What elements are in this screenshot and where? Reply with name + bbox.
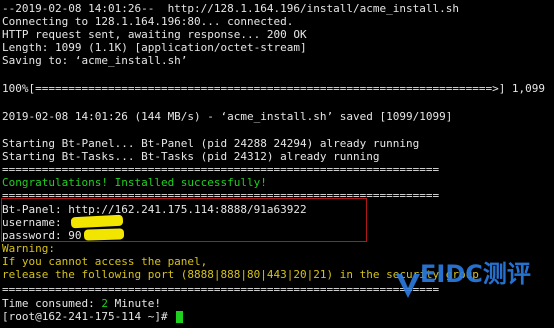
separator-line: ========================================… xyxy=(2,283,440,296)
progress-line: 100%[===================================… xyxy=(2,82,546,95)
success-message: Congratulations! Installed successfully! xyxy=(2,176,267,189)
credentials-highlight-box xyxy=(1,198,367,242)
starting-tasks-line: Starting Bt-Tasks... Bt-Tasks (pid 24312… xyxy=(2,150,380,163)
time-consumed-label: Time consumed: xyxy=(2,297,102,310)
starting-panel-line: Starting Bt-Panel... Bt-Panel (pid 24288… xyxy=(2,137,420,150)
connecting-line: Connecting to 128.1.164.196:80... connec… xyxy=(2,15,294,28)
time-consumed-value: 2 xyxy=(101,297,108,310)
time-consumed-unit: Minute! xyxy=(107,297,161,310)
warning-label: Warning: xyxy=(2,242,55,255)
wget-start-line: --2019-02-08 14:01:26-- http://128.1.164… xyxy=(2,2,459,15)
saved-line: 2019-02-08 14:01:26 (144 MB/s) - ‘acme_i… xyxy=(2,110,453,123)
saving-line: Saving to: ‘acme_install.sh’ xyxy=(2,54,188,67)
password-redaction xyxy=(83,228,125,241)
terminal-window[interactable]: --2019-02-08 14:01:26-- http://128.1.164… xyxy=(0,0,554,328)
separator-line: ========================================… xyxy=(2,163,440,176)
http-response-line: HTTP request sent, awaiting response... … xyxy=(2,28,307,41)
watermark-text: EIDC测评 xyxy=(420,260,531,288)
warning-access-line: If you cannot access the panel, xyxy=(2,255,208,268)
shell-prompt[interactable]: [root@162-241-175-114 ~]# xyxy=(2,310,174,323)
length-line: Length: 1099 (1.1K) [application/octet-s… xyxy=(2,41,307,54)
time-consumed-line: Time consumed: 2 Minute! xyxy=(2,297,161,310)
terminal-cursor xyxy=(176,311,183,323)
